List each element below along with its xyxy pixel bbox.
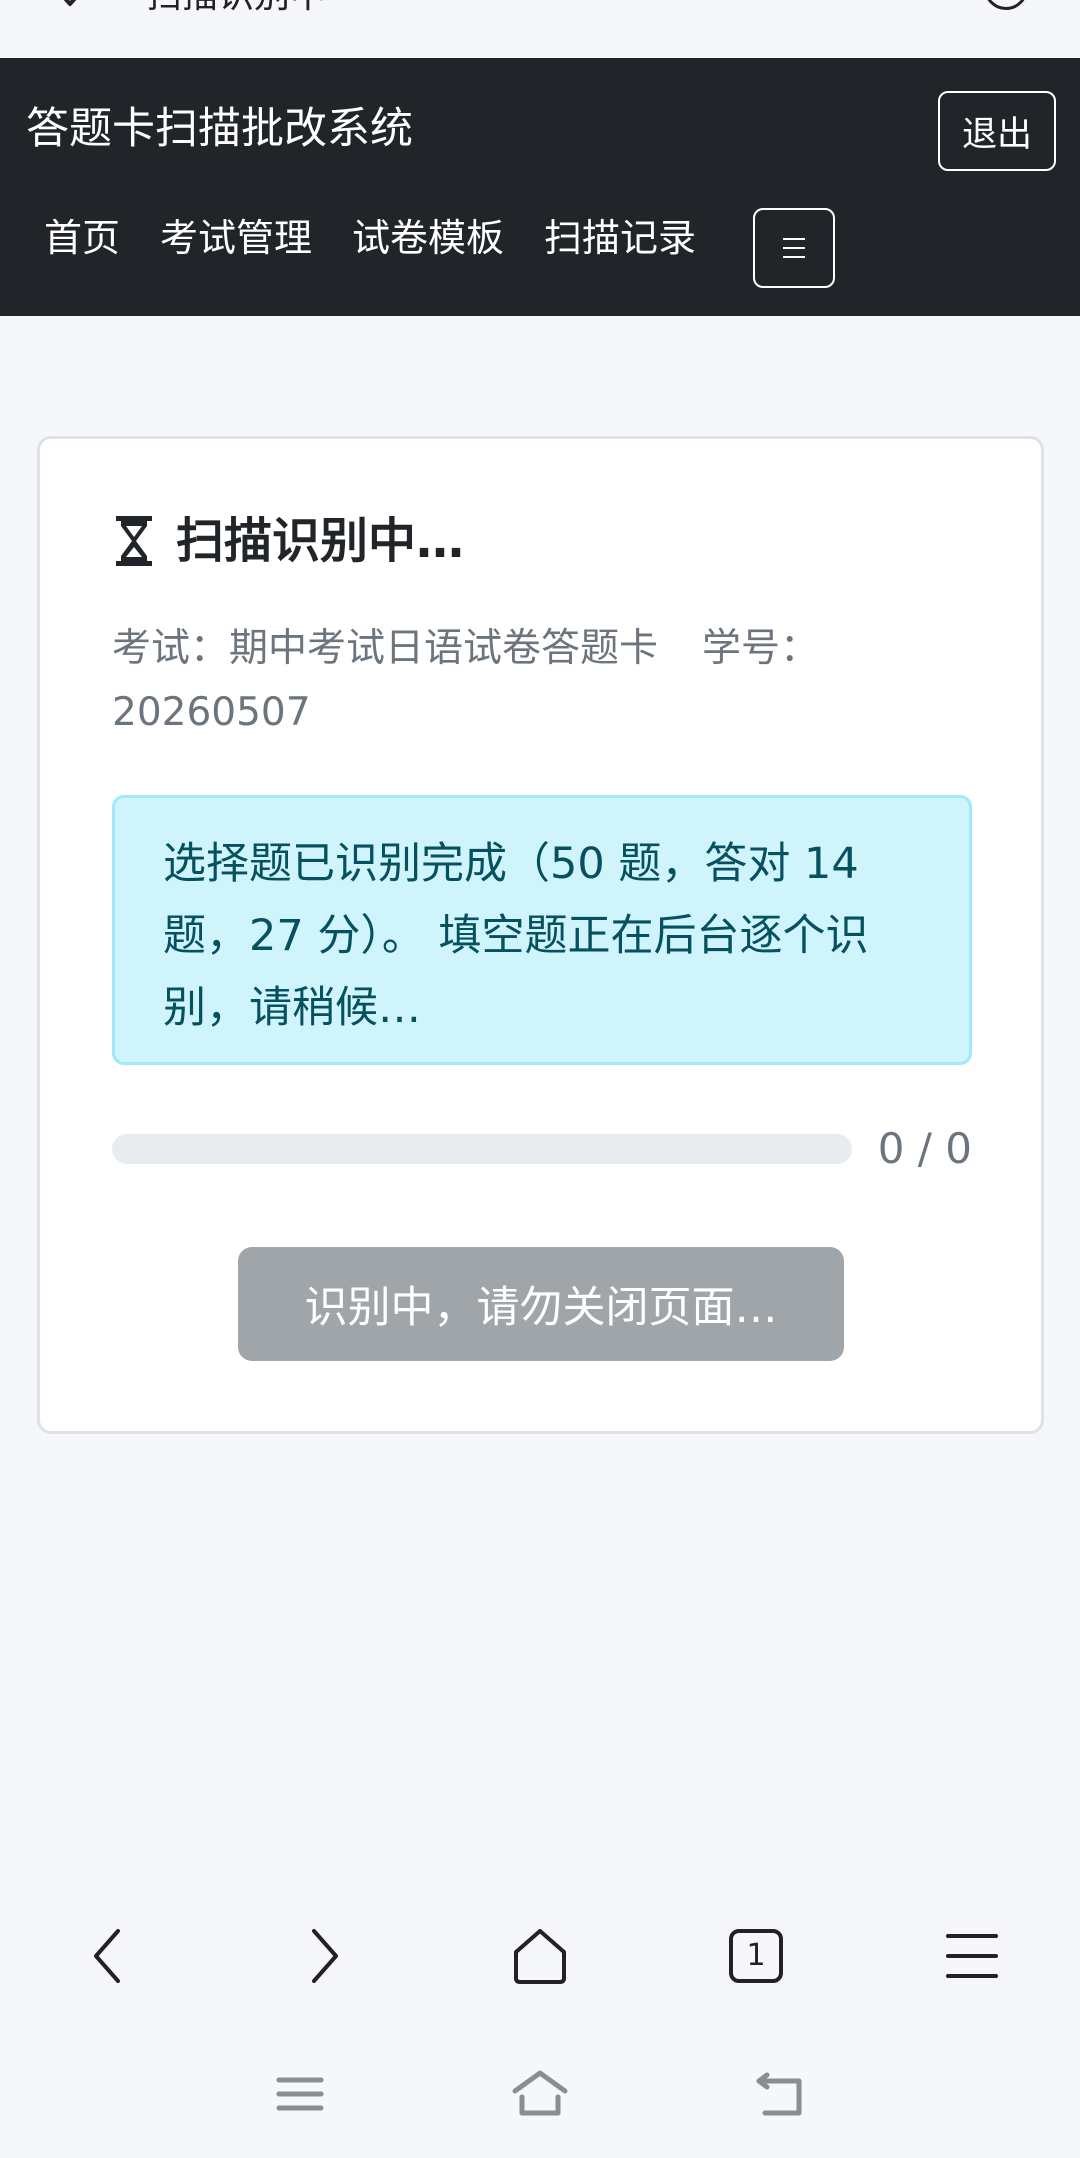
- system-home-icon[interactable]: [505, 2064, 575, 2124]
- exam-label: 考试：: [112, 626, 230, 671]
- system-back-icon[interactable]: [745, 2064, 815, 2124]
- browser-page-title: 扫描识别中: [146, 0, 326, 14]
- browser-top-bar: 扫描识别中: [0, 0, 1080, 58]
- scan-status-card: 扫描识别中… 考试：期中考试日语试卷答题卡 学号： 20260507 选择题已识别完…: [37, 436, 1044, 1434]
- progress-row: 0 / 0: [112, 1119, 972, 1179]
- tabs-icon[interactable]: 1: [716, 1916, 796, 1996]
- hourglass-icon: [116, 516, 152, 566]
- tab-count: 1: [746, 1938, 766, 1973]
- student-id: 20260507: [112, 690, 311, 735]
- forward-icon[interactable]: [284, 1916, 364, 1996]
- system-navigation-bar: [0, 2028, 1080, 2158]
- recent-apps-icon[interactable]: [265, 2064, 335, 2124]
- shield-icon: [63, 0, 77, 6]
- exam-name: 期中考试日语试卷答题卡: [229, 626, 659, 671]
- recognizing-status-button[interactable]: 识别中，请勿关闭页面…: [238, 1247, 844, 1361]
- logout-button[interactable]: 退出: [938, 91, 1056, 171]
- card-title: 扫描识别中…: [112, 511, 464, 571]
- nav-link-exam-management[interactable]: 考试管理: [160, 208, 312, 268]
- hamburger-icon: [783, 238, 805, 240]
- progress-bar: [112, 1134, 852, 1164]
- nav-link-home[interactable]: 首页: [44, 208, 120, 268]
- student-id-label: 学号：: [702, 626, 820, 671]
- info-alert: 选择题已识别完成（50 题，答对 14 题，27 分）。 填空题正在后台逐个识别…: [112, 795, 972, 1065]
- browser-menu-icon[interactable]: [932, 1916, 1012, 1996]
- nav-link-scan-records[interactable]: 扫描记录: [544, 208, 696, 268]
- hamburger-menu-button[interactable]: [753, 208, 835, 288]
- nav-link-templates[interactable]: 试卷模板: [352, 208, 504, 268]
- back-icon[interactable]: [68, 1916, 148, 1996]
- progress-count: 0 / 0: [877, 1124, 972, 1173]
- hamburger-icon-bar: [783, 247, 805, 249]
- navbar-brand[interactable]: 答题卡扫描批改系统: [26, 104, 413, 154]
- navbar: 答题卡扫描批改系统 退出 首页 考试管理 试卷模板 扫描记录: [0, 58, 1080, 316]
- card-title-text: 扫描识别中…: [176, 513, 465, 569]
- browser-toolbar: 1: [0, 1888, 1080, 2028]
- hamburger-icon-bar: [783, 256, 805, 258]
- home-icon[interactable]: [500, 1916, 580, 1996]
- exam-info: 考试：期中考试日语试卷答题卡 学号： 20260507: [112, 617, 932, 745]
- nav-links: 首页 考试管理 试卷模板 扫描记录: [44, 208, 736, 268]
- account-icon[interactable]: [984, 0, 1028, 10]
